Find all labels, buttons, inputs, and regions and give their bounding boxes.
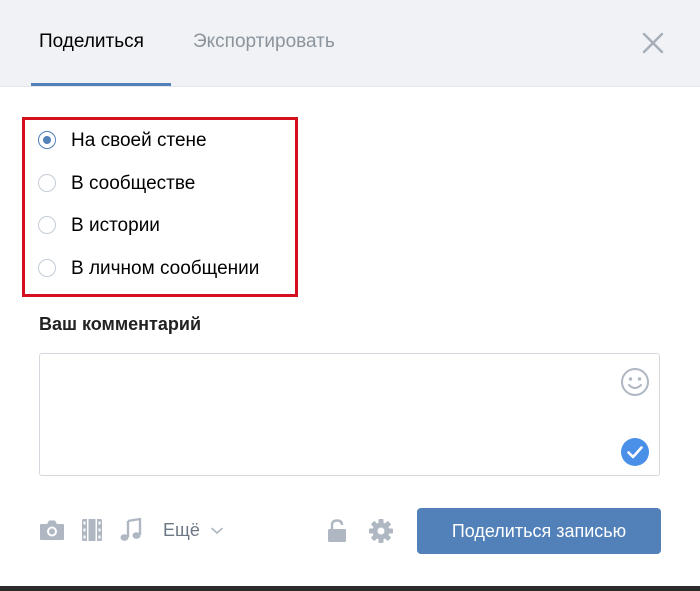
attach-music-button[interactable] bbox=[118, 517, 144, 543]
tab-share-label: Поделиться bbox=[39, 31, 144, 52]
tab-export-label: Экспортировать bbox=[193, 31, 335, 52]
radio-checked[interactable] bbox=[38, 131, 56, 149]
radio-unchecked[interactable] bbox=[38, 259, 56, 277]
share-dialog: Поделиться Экспортировать На своей стене… bbox=[0, 0, 700, 586]
gear-icon bbox=[369, 519, 393, 543]
option-label: В сообществе bbox=[71, 173, 196, 194]
more-attachments-button[interactable]: Ещё bbox=[163, 516, 223, 544]
active-tab-underline bbox=[31, 83, 171, 86]
check-circle-icon bbox=[621, 438, 649, 466]
share-post-button[interactable]: Поделиться записью bbox=[417, 508, 661, 554]
settings-button[interactable] bbox=[367, 517, 395, 545]
radio-unchecked[interactable] bbox=[38, 216, 56, 234]
option-label: На своей стене bbox=[71, 130, 207, 151]
smiley-icon bbox=[621, 368, 649, 396]
comment-label: Ваш комментарий bbox=[39, 314, 202, 334]
emoji-button[interactable] bbox=[619, 366, 651, 398]
attach-video-button[interactable] bbox=[80, 517, 104, 543]
camera-icon bbox=[40, 520, 64, 540]
video-icon bbox=[82, 519, 102, 541]
lock-icon bbox=[328, 519, 346, 542]
more-label: Ещё bbox=[163, 520, 200, 540]
tab-export[interactable]: Экспортировать bbox=[193, 0, 335, 86]
attach-photo-button[interactable] bbox=[38, 517, 66, 543]
chevron-down-icon bbox=[211, 527, 223, 535]
close-icon bbox=[642, 32, 664, 54]
option-label: В личном сообщении bbox=[71, 258, 260, 279]
option-label: В истории bbox=[71, 215, 160, 236]
dialog-header: Поделиться Экспортировать bbox=[0, 0, 700, 87]
close-button[interactable] bbox=[636, 26, 670, 60]
music-icon bbox=[120, 517, 142, 541]
radio-unchecked[interactable] bbox=[38, 174, 56, 192]
comment-input[interactable] bbox=[40, 354, 600, 475]
privacy-button[interactable] bbox=[326, 518, 348, 544]
tab-share[interactable]: Поделиться bbox=[31, 0, 171, 86]
comment-box bbox=[39, 353, 660, 476]
spellcheck-button[interactable] bbox=[619, 436, 651, 468]
